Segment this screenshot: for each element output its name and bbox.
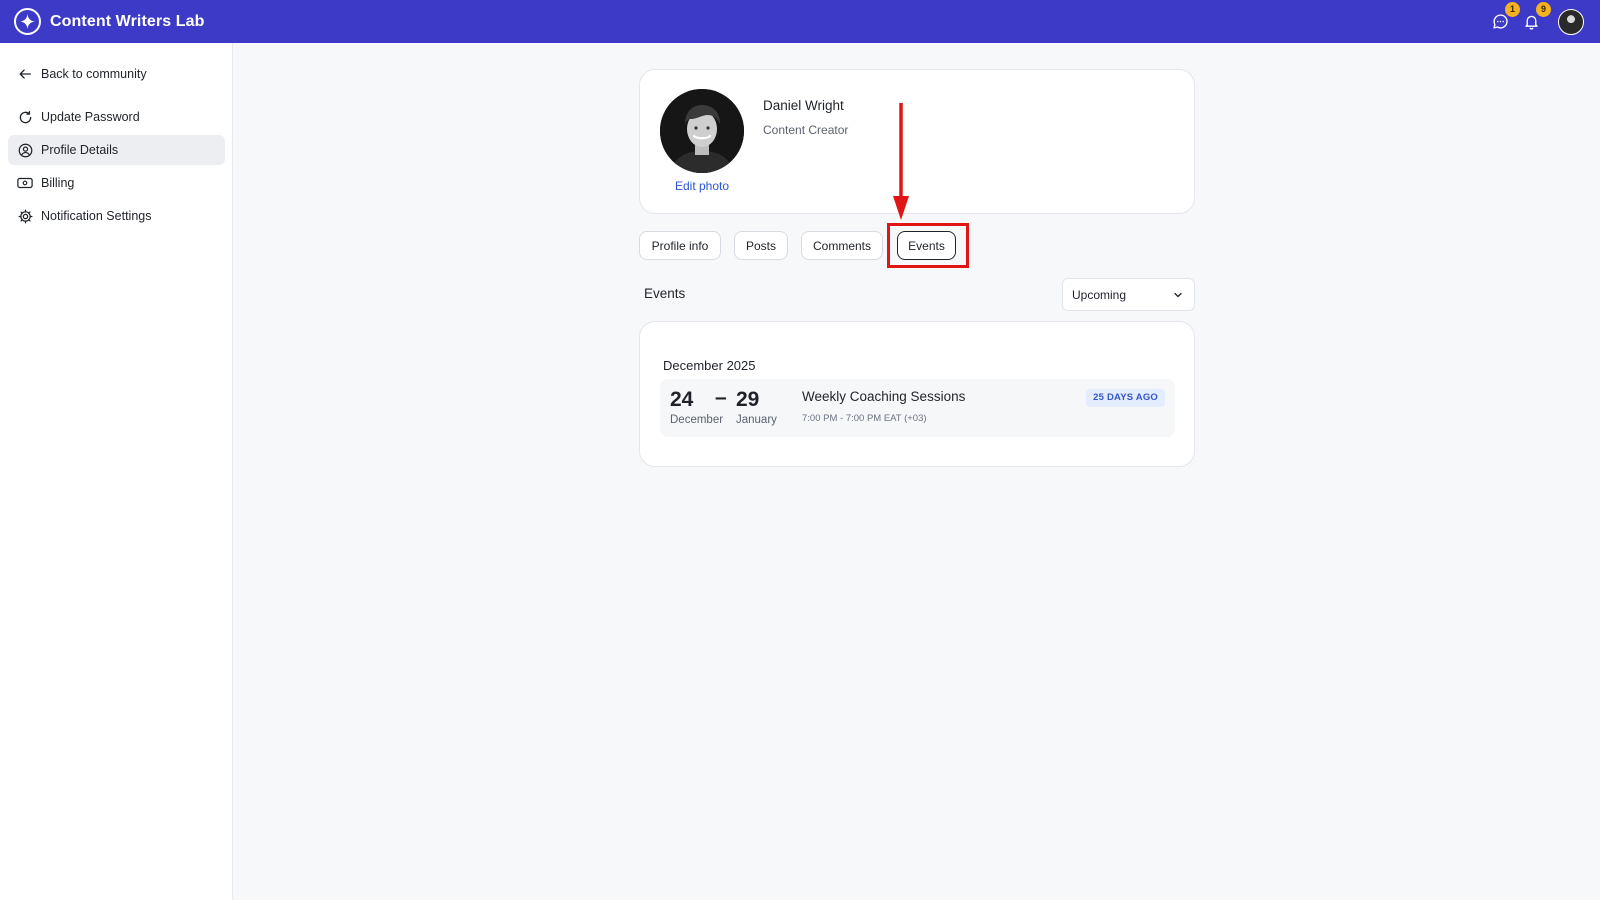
profile-card: Edit photo Daniel Wright Content Creator <box>639 69 1195 214</box>
event-end-day: 29 <box>736 388 760 411</box>
top-navbar: Content Writers Lab 1 9 <box>0 0 1600 43</box>
notifications-count-badge: 9 <box>1536 1 1551 17</box>
event-time: 7:00 PM - 7:00 PM EAT (+03) <box>802 413 927 424</box>
events-filter-select[interactable]: Upcoming <box>1062 278 1195 311</box>
header-actions: 1 9 <box>1480 0 1584 43</box>
refresh-icon <box>17 109 33 125</box>
sidebar-item-notification-settings[interactable]: Notification Settings <box>8 201 225 231</box>
event-end-month: January <box>736 414 777 426</box>
events-card: December 2025 24 – 29 December January W… <box>639 321 1195 467</box>
arrow-left-icon <box>17 66 33 82</box>
annotation-arrow <box>893 103 909 220</box>
sidebar-item-label: Profile Details <box>41 143 119 157</box>
events-filter-value: Upcoming <box>1072 287 1127 302</box>
event-start-day: 24 <box>670 388 694 411</box>
messages-button[interactable]: 1 <box>1489 1 1520 33</box>
profile-role: Content Creator <box>763 123 849 137</box>
event-month-heading: December 2025 <box>663 358 756 373</box>
back-to-community-link[interactable]: Back to community <box>8 59 225 89</box>
brand-home-link[interactable]: Content Writers Lab <box>14 8 205 35</box>
tab-comments[interactable]: Comments <box>801 231 883 260</box>
tab-posts[interactable]: Posts <box>734 231 788 260</box>
messages-count-badge: 1 <box>1505 1 1520 17</box>
chevron-down-icon <box>1174 292 1182 298</box>
user-circle-icon <box>17 142 33 158</box>
date-range-separator: – <box>715 386 727 409</box>
sidebar-item-label: Billing <box>41 176 75 190</box>
sidebar-item-label: Update Password <box>41 110 140 124</box>
event-item[interactable]: 24 – 29 December January Weekly Coaching… <box>660 379 1175 437</box>
tab-profile-info[interactable]: Profile info <box>639 231 721 260</box>
back-to-community-label: Back to community <box>41 67 147 81</box>
events-section-title: Events <box>644 286 686 301</box>
user-avatar-button[interactable] <box>1558 8 1584 35</box>
profile-avatar <box>660 89 744 173</box>
sidebar-item-profile-details[interactable]: Profile Details <box>8 135 225 165</box>
sidebar-item-update-password[interactable]: Update Password <box>8 102 225 132</box>
sidebar-item-billing[interactable]: Billing <box>8 168 225 198</box>
sidebar-item-label: Notification Settings <box>41 209 152 223</box>
gear-icon <box>17 208 33 224</box>
edit-photo-link[interactable]: Edit photo <box>660 179 744 193</box>
chat-bubble-icon <box>1492 14 1508 29</box>
event-status-badge: 25 DAYS AGO <box>1086 389 1165 407</box>
profile-name: Daniel Wright <box>763 98 844 113</box>
sparkle-logo-icon <box>14 8 41 35</box>
annotation-highlight-box <box>887 223 969 268</box>
event-title: Weekly Coaching Sessions <box>802 389 966 404</box>
event-start-month: December <box>670 414 724 426</box>
settings-sidebar: Back to community Update Password Profil… <box>0 43 233 900</box>
billing-icon <box>17 175 33 191</box>
notifications-button[interactable]: 9 <box>1520 1 1551 33</box>
app-title: Content Writers Lab <box>50 12 205 30</box>
bell-icon <box>1524 15 1538 30</box>
